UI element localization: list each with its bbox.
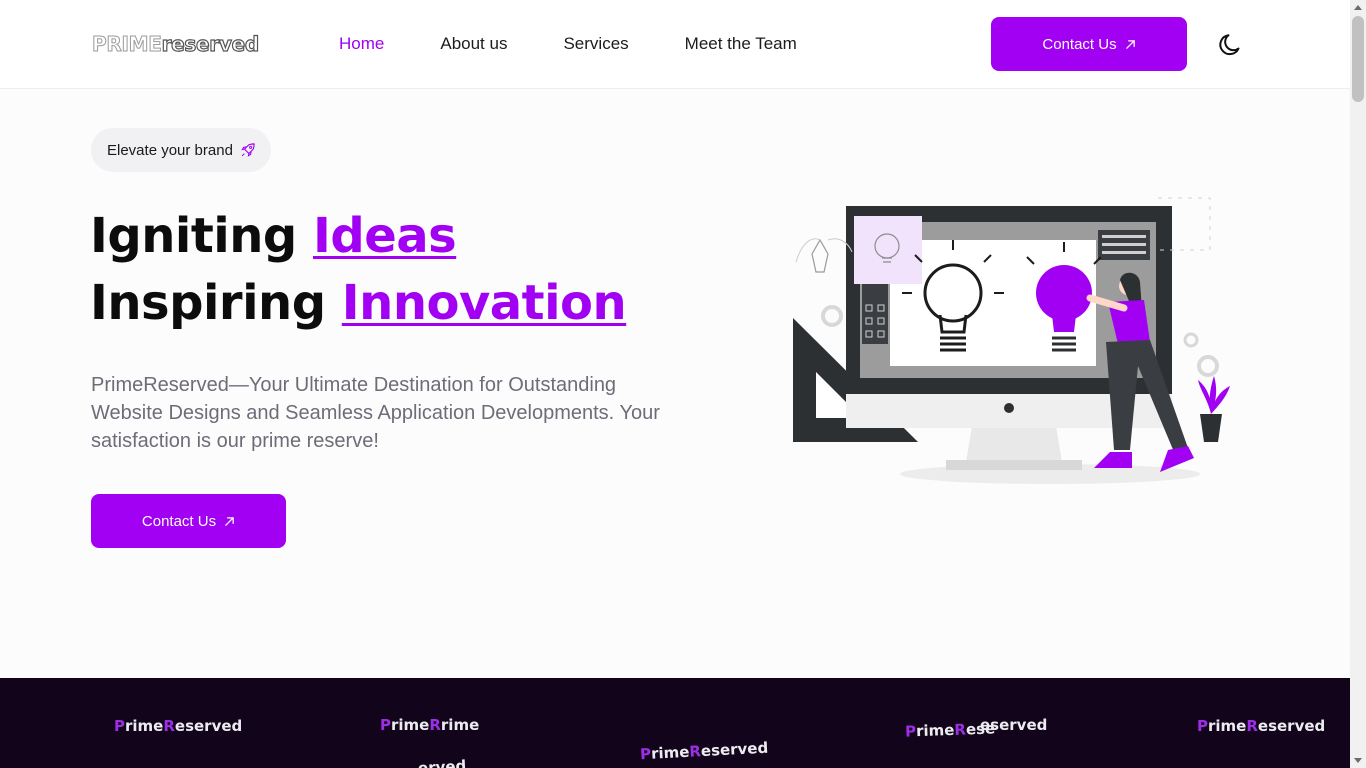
nav-meet-the-team[interactable]: Meet the Team	[685, 34, 797, 54]
theme-toggle-button[interactable]	[1216, 30, 1246, 60]
scroll-down-icon[interactable]	[1354, 758, 1362, 763]
header-contact-button[interactable]: Contact Us	[991, 17, 1187, 71]
hero-illustration	[793, 197, 1230, 484]
hero-description: PrimeReserved—Your Ultimate Destination …	[91, 374, 660, 452]
hero-headline-line-2: Inspiring Innovation	[90, 275, 627, 331]
moon-icon	[1219, 34, 1240, 56]
logo-prime-text: PRIME	[92, 32, 163, 57]
band-logo-partial: erved	[417, 756, 467, 768]
scroll-up-icon[interactable]	[1354, 5, 1362, 10]
main-nav: Home About us Services Meet the Team	[339, 34, 853, 54]
arrow-up-right-icon	[225, 516, 234, 526]
nav-services[interactable]: Services	[563, 34, 628, 54]
header-contact-label: Contact Us	[1042, 35, 1117, 53]
band-logo: PrimeReserved	[1197, 717, 1326, 735]
band-logo: PrimeReserved	[114, 717, 243, 735]
headline-accent-innovation: Innovation	[341, 275, 627, 331]
brand-band: PrimeReserved PrimeRrime erved PrimeRese…	[0, 678, 1350, 768]
logo-reserved-text: reserved	[161, 31, 260, 56]
badge-label: Elevate your brand	[107, 141, 233, 159]
band-logo-partial: PrimeRrime	[380, 716, 480, 734]
hero-contact-button[interactable]: Contact Us	[91, 494, 286, 548]
scrollbar-thumb[interactable]	[1352, 16, 1364, 102]
nav-about-us[interactable]: About us	[440, 34, 507, 54]
band-logo-overlay: eserved	[980, 716, 1048, 734]
hero-badge: Elevate your brand	[91, 128, 271, 172]
hero-headline-line-1: Igniting Ideas	[90, 208, 457, 264]
nav-home[interactable]: Home	[339, 34, 384, 54]
hero-contact-label: Contact Us	[141, 512, 217, 530]
band-logo: PrimeReserved	[639, 738, 769, 764]
site-header: PRIMEreserved Home About us Services Mee…	[0, 0, 1350, 89]
headline-accent-ideas: Ideas	[312, 208, 457, 264]
site-logo[interactable]: PRIMEreserved	[92, 31, 260, 57]
rocket-icon	[241, 143, 255, 157]
page-scrollbar[interactable]	[1350, 0, 1366, 768]
arrow-up-right-icon	[1125, 39, 1135, 49]
